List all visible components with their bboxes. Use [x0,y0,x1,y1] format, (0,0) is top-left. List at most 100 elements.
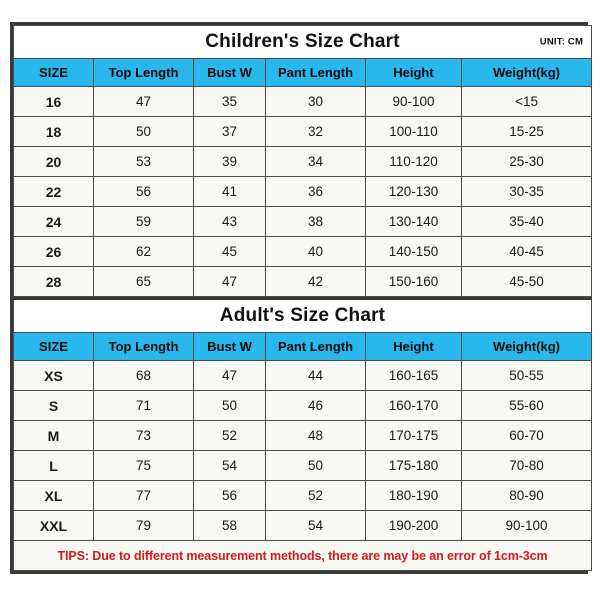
cell-bust-w: 43 [193,206,266,237]
cell-size: 18 [13,116,94,147]
cell-top-length: 50 [93,116,194,147]
childrens-title-cell: Children's Size Chart UNIT: CM [12,25,593,59]
cell-top-length: 59 [93,206,194,237]
cell-height: 170-175 [365,420,462,451]
adults-chart-title: Adult's Size Chart [219,305,386,326]
cell-weight: 45-50 [460,266,593,297]
table-row: 26 62 45 40 140-150 40-45 [13,236,593,267]
cell-size: 22 [13,176,94,207]
cell-size: XXL [13,510,94,541]
cell-top-length: 65 [93,266,194,297]
column-header-top-length: Top Length [93,332,194,361]
cell-top-length: 68 [93,360,194,391]
cell-top-length: 71 [93,390,194,421]
cell-weight: <15 [460,86,593,117]
cell-bust-w: 54 [193,450,266,481]
cell-bust-w: 39 [193,146,266,177]
column-header-pant-length: Pant Length [265,332,366,361]
cell-pant-length: 40 [265,236,366,267]
cell-top-length: 73 [93,420,194,451]
cell-weight: 90-100 [460,510,593,541]
table-row: 18 50 37 32 100-110 15-25 [13,116,593,147]
size-chart-page: Children's Size Chart UNIT: CM SIZE Top … [0,0,600,600]
cell-top-length: 53 [93,146,194,177]
cell-pant-length: 52 [265,480,366,511]
cell-bust-w: 52 [193,420,266,451]
size-chart-container: Children's Size Chart UNIT: CM SIZE Top … [10,22,593,574]
cell-height: 140-150 [365,236,462,267]
cell-weight: 50-55 [460,360,593,391]
cell-weight: 15-25 [460,116,593,147]
tips-row: TIPS: Due to different measurement metho… [12,540,593,571]
cell-weight: 70-80 [460,450,593,481]
cell-pant-length: 54 [265,510,366,541]
column-header-top-length: Top Length [93,58,194,87]
cell-pant-length: 34 [265,146,366,177]
adults-title-cell: Adult's Size Chart [12,298,593,333]
cell-size: XS [13,360,94,391]
cell-weight: 60-70 [460,420,593,451]
childrens-chart-title: Children's Size Chart [205,31,400,52]
column-header-height: Height [365,58,462,87]
adults-size-chart-table: Adult's Size Chart SIZE Top Length Bust … [12,297,593,571]
column-header-bust-w: Bust W [193,58,266,87]
cell-height: 90-100 [365,86,462,117]
cell-pant-length: 44 [265,360,366,391]
cell-weight: 55-60 [460,390,593,421]
cell-bust-w: 58 [193,510,266,541]
cell-bust-w: 47 [193,266,266,297]
column-header-size: SIZE [13,332,94,361]
childrens-header-row: SIZE Top Length Bust W Pant Length Heigh… [13,58,593,87]
cell-pant-length: 30 [265,86,366,117]
adults-header-row: SIZE Top Length Bust W Pant Length Heigh… [13,332,593,361]
table-row: XS 68 47 44 160-165 50-55 [13,360,593,391]
cell-size: 26 [13,236,94,267]
cell-height: 150-160 [365,266,462,297]
adults-title-row: Adult's Size Chart [12,298,593,333]
cell-height: 180-190 [365,480,462,511]
cell-top-length: 62 [93,236,194,267]
column-header-bust-w: Bust W [193,332,266,361]
cell-height: 130-140 [365,206,462,237]
cell-weight: 80-90 [460,480,593,511]
cell-bust-w: 45 [193,236,266,267]
childrens-size-chart-table: Children's Size Chart UNIT: CM SIZE Top … [12,25,593,297]
cell-height: 100-110 [365,116,462,147]
table-row: 22 56 41 36 120-130 30-35 [13,176,593,207]
cell-top-length: 77 [93,480,194,511]
unit-label: UNIT: CM [539,36,584,48]
cell-pant-length: 38 [265,206,366,237]
cell-height: 190-200 [365,510,462,541]
cell-size: L [13,450,94,481]
table-row: 16 47 35 30 90-100 <15 [13,86,593,117]
cell-bust-w: 50 [193,390,266,421]
cell-top-length: 47 [93,86,194,117]
cell-bust-w: 37 [193,116,266,147]
tips-note: TIPS: Due to different measurement metho… [12,540,593,571]
column-header-pant-length: Pant Length [265,58,366,87]
table-row: S 71 50 46 160-170 55-60 [13,390,593,421]
cell-height: 160-165 [365,360,462,391]
cell-bust-w: 35 [193,86,266,117]
column-header-weight: Weight(kg) [460,58,593,87]
cell-pant-length: 32 [265,116,366,147]
cell-weight: 25-30 [460,146,593,177]
cell-bust-w: 47 [193,360,266,391]
cell-size: XL [13,480,94,511]
cell-top-length: 75 [93,450,194,481]
cell-bust-w: 56 [193,480,266,511]
cell-weight: 30-35 [460,176,593,207]
cell-size: 20 [13,146,94,177]
cell-pant-length: 36 [265,176,366,207]
table-row: XXL 79 58 54 190-200 90-100 [13,510,593,541]
cell-top-length: 79 [93,510,194,541]
childrens-title-row: Children's Size Chart UNIT: CM [12,25,593,59]
cell-bust-w: 41 [193,176,266,207]
cell-size: S [13,390,94,421]
table-row: L 75 54 50 175-180 70-80 [13,450,593,481]
table-row: 20 53 39 34 110-120 25-30 [13,146,593,177]
cell-size: M [13,420,94,451]
cell-top-length: 56 [93,176,194,207]
cell-pant-length: 50 [265,450,366,481]
table-row: 24 59 43 38 130-140 35-40 [13,206,593,237]
